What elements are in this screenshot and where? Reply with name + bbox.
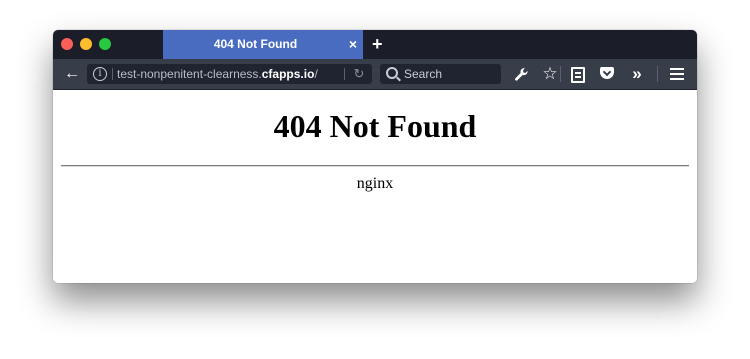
back-arrow-icon[interactable]: ← [62, 59, 82, 89]
traffic-light-close[interactable] [61, 38, 73, 50]
search-placeholder: Search [404, 67, 443, 81]
star-icon[interactable]: ☆ [540, 59, 560, 89]
page-content: 404 Not Found nginx [53, 90, 697, 283]
reload-icon[interactable]: ↻ [349, 64, 369, 84]
overflow-icon[interactable]: » [627, 59, 647, 89]
url-text[interactable]: test-nonpenitent-clearness.cfapps.io/ [117, 64, 339, 84]
url-divider [112, 68, 113, 80]
url-bar[interactable]: i test-nonpenitent-clearness.cfapps.io/ … [87, 64, 372, 84]
traffic-light-minimize[interactable] [80, 38, 92, 50]
hamburger-menu-icon[interactable] [667, 59, 687, 89]
server-name: nginx [356, 175, 394, 192]
clipboard-icon[interactable] [567, 59, 587, 89]
url-divider-reload [344, 68, 345, 80]
pocket-icon[interactable] [597, 59, 617, 89]
toolbar-divider [560, 66, 561, 82]
new-tab-button[interactable]: + [372, 30, 383, 59]
tab-active[interactable]: 404 Not Found × [163, 30, 363, 59]
tab-close-icon[interactable]: × [349, 30, 357, 59]
page-title: 404 Not Found [273, 108, 477, 144]
clipboard-icon-graphic [571, 67, 585, 83]
page-divider [61, 165, 689, 167]
info-icon[interactable]: i [93, 67, 107, 81]
url-trailing: / [314, 67, 318, 81]
search-bar[interactable]: Search [380, 64, 501, 84]
wrench-icon-graphic [514, 67, 528, 81]
traffic-light-maximize[interactable] [99, 38, 111, 50]
toolbar-divider-menu [657, 66, 658, 82]
navigation-toolbar: ← i test-nonpenitent-clearness.cfapps.io… [53, 59, 697, 90]
url-subdomain: test-nonpenitent-clearness. [117, 67, 262, 81]
search-icon [386, 67, 398, 79]
pocket-icon-graphic [600, 67, 614, 79]
tab-title: 404 Not Found [213, 37, 298, 51]
browser-window: 404 Not Found × + ← i test-nonpenitent-c… [53, 30, 697, 283]
tab-strip: 404 Not Found × + [53, 30, 697, 59]
hamburger-graphic [670, 68, 684, 70]
url-host: cfapps.io [261, 67, 315, 81]
wrench-icon[interactable] [511, 59, 531, 89]
